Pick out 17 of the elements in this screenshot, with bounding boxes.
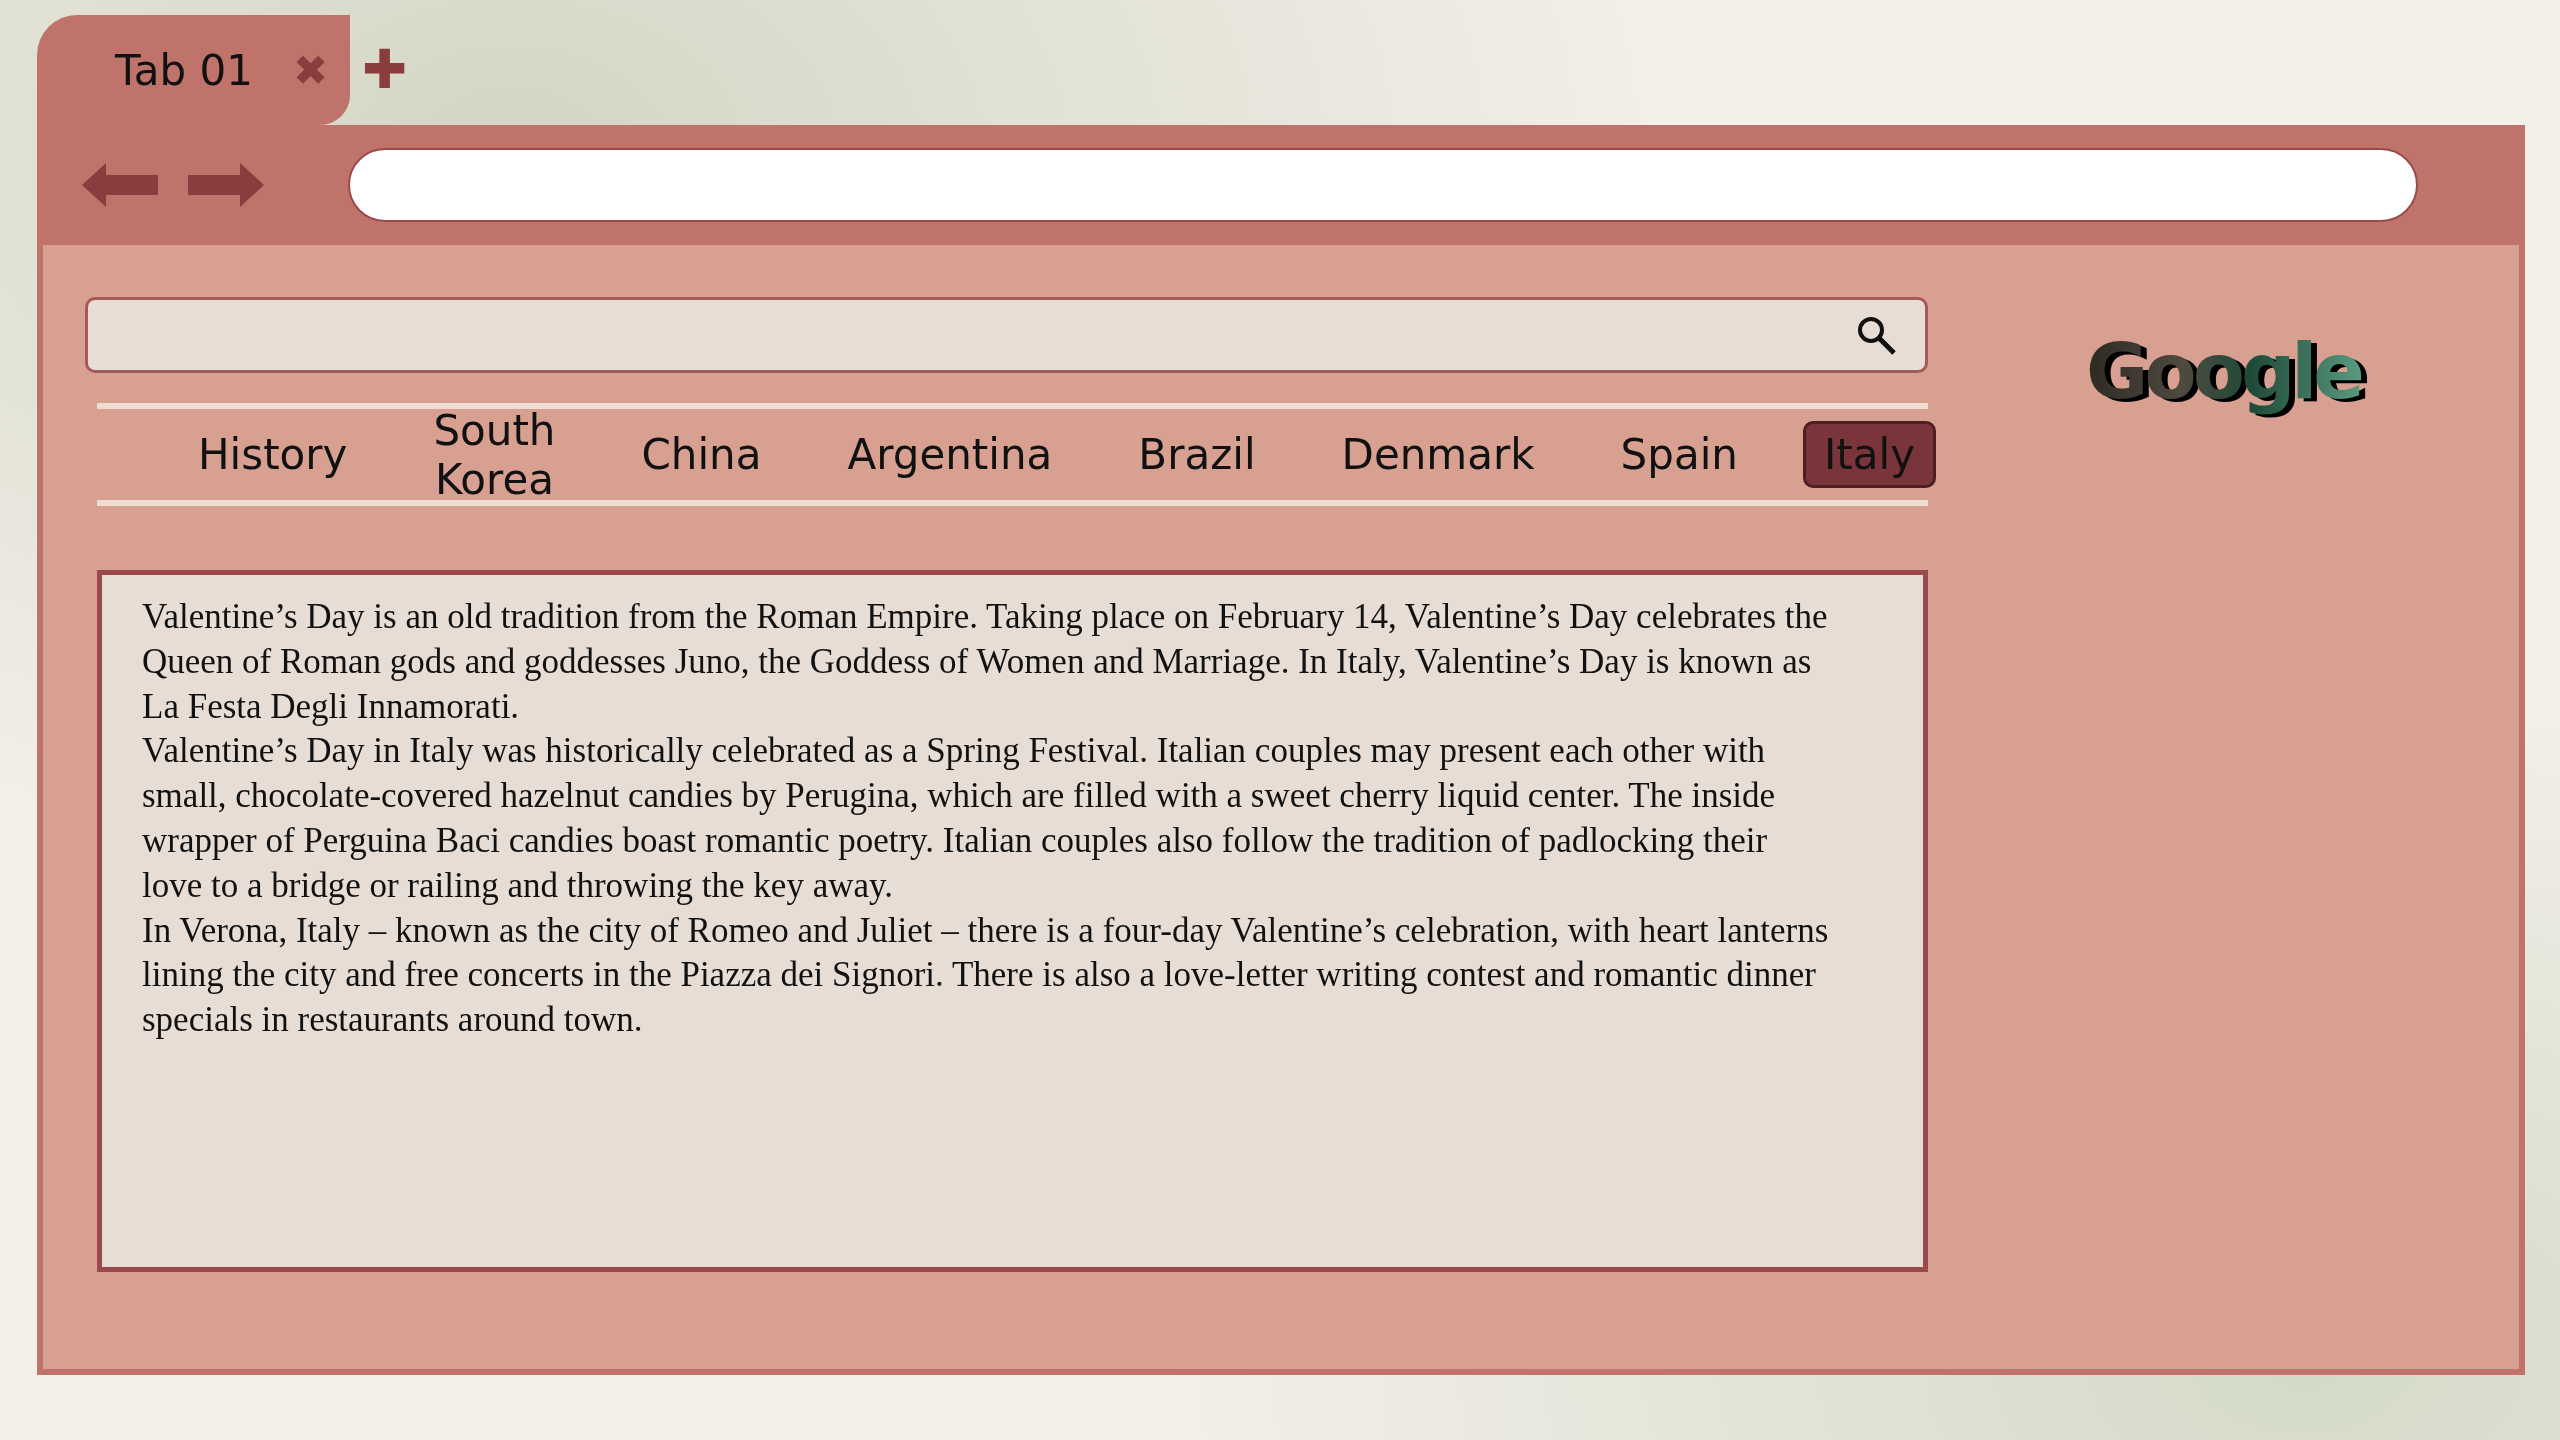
nav-tab[interactable]: South Korea (412, 396, 577, 513)
article-paragraph: In Verona, Italy – known as the city of Romeo and Juliet – there is a four-day Valentine’s celebration, with heart lanterns lining the city and free concerts in the Piazza dei Signori. There is also a love-letter writing contest and romantic dinner specials in restaurants around town. (142, 909, 1830, 1042)
back-arrow-icon[interactable] (82, 163, 158, 207)
search-icon[interactable] (1855, 314, 1897, 356)
search-field[interactable] (85, 297, 1928, 373)
nav-tab[interactable]: Argentina (826, 421, 1074, 488)
nav-tab[interactable]: Spain (1599, 421, 1759, 488)
article-paragraph: Valentine’s Day in Italy was historically celebrated as a Spring Festival. Italian couples may present each other with small, chocolate-covered hazelnut candies by Perugina, which are filled with a sweet cherry liquid center. The inside wrapper of Perguina Baci candies boast romantic poetry. Italian couples also follow the tradition of padlocking their love to a bridge or railing and throwing the key away. (142, 730, 1777, 907)
article-paragraph: Valentine’s Day is an old tradition from the Roman Empire. Taking place on February 14, Valentine’s Day celebrates the Queen of Roman gods and goddesses Juno, the Goddess of Women and Marriage. In Italy, Valentine’s Day is known as La Festa Degli Innamorati. (142, 596, 1829, 728)
browser-tab[interactable]: Tab 01 ✖ (37, 15, 350, 125)
new-tab-button[interactable]: ✚ (362, 43, 408, 97)
nav-tab[interactable]: China (620, 421, 783, 488)
nav-tab[interactable]: Brazil (1117, 421, 1277, 488)
nav-tab[interactable]: History (177, 421, 369, 488)
nav-tab[interactable]: Denmark (1320, 421, 1556, 488)
tab-title: Tab 01 (115, 45, 253, 95)
forward-arrow-icon[interactable] (188, 163, 264, 207)
